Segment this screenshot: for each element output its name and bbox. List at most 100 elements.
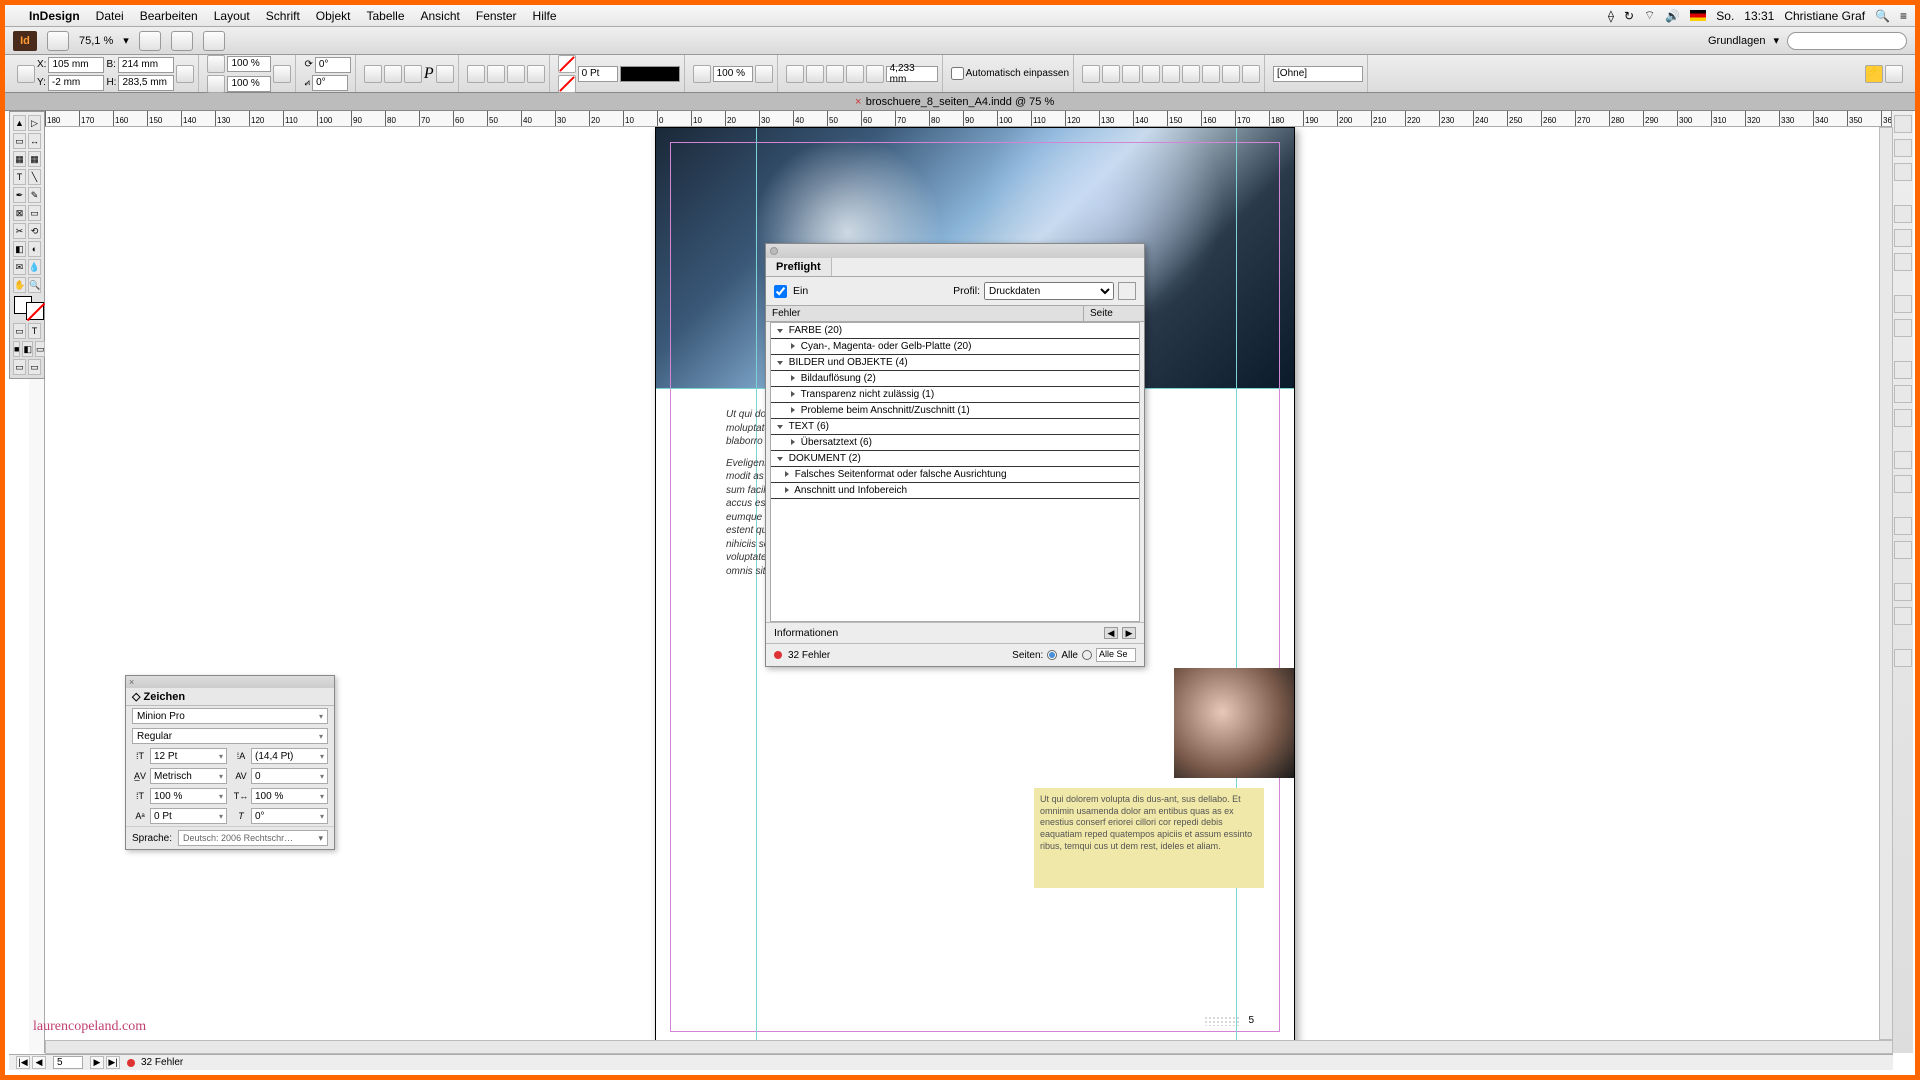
fit-frame-icon[interactable] [1082, 65, 1100, 83]
stroke-panel-icon[interactable] [1894, 205, 1912, 223]
zoom-tool[interactable]: 🔍 [28, 277, 41, 293]
fit-content-icon[interactable] [1102, 65, 1120, 83]
vertical-scrollbar[interactable] [1879, 127, 1893, 1040]
stroke-style-field[interactable] [620, 66, 680, 82]
menu-hilfe[interactable]: Hilfe [533, 9, 557, 23]
distribute-icon[interactable] [1242, 65, 1260, 83]
gradient-feather-tool[interactable]: ◐ [28, 241, 41, 257]
selection-tool[interactable]: ▲ [13, 115, 26, 131]
align-panel-icon[interactable] [1894, 451, 1912, 469]
x-field[interactable]: 105 mm [48, 57, 104, 73]
pencil-tool[interactable]: ✎ [28, 187, 41, 203]
scissors-tool[interactable]: ✂ [13, 223, 26, 239]
page-nav-next[interactable]: ▶▶| [89, 1056, 121, 1069]
layers-panel-icon[interactable] [1894, 139, 1912, 157]
error-item[interactable]: Falsches Seitenformat oder falsche Ausri… [771, 467, 1139, 483]
user-name[interactable]: Christiane Graf [1784, 9, 1865, 23]
y-field[interactable]: -2 mm [48, 75, 104, 91]
guide-v2[interactable] [1236, 128, 1237, 1046]
fit-prop-icon[interactable] [1122, 65, 1140, 83]
rotate-cw-icon[interactable] [384, 65, 402, 83]
spotlight-icon[interactable]: 🔍 [1875, 9, 1890, 23]
pen-tool[interactable]: ✒ [13, 187, 26, 203]
horizontal-scrollbar[interactable] [45, 1040, 1893, 1054]
opacity-field[interactable]: 100 % [713, 66, 753, 82]
font-size-field[interactable]: 12 Pt▾ [150, 748, 227, 764]
zeichen-tab[interactable]: ◇ Zeichen [132, 691, 185, 703]
kerning-field[interactable]: Metrisch▾ [150, 768, 227, 784]
scalex-field[interactable]: 100 % [227, 56, 271, 72]
char-styles-panel-icon[interactable] [1894, 409, 1912, 427]
radio-all[interactable] [1047, 650, 1057, 660]
flip-h-icon[interactable] [404, 65, 422, 83]
content-placer-tool[interactable]: ▦ [28, 151, 41, 167]
menu-schrift[interactable]: Schrift [266, 9, 300, 23]
menu-objekt[interactable]: Objekt [316, 9, 351, 23]
skew-field[interactable]: 0°▾ [251, 808, 328, 824]
normal-view-icon[interactable]: ▭ [13, 359, 26, 375]
wrap-jump-icon[interactable] [846, 65, 864, 83]
wifi-icon[interactable]: ⌔ [1644, 8, 1655, 23]
stroke-weight-field[interactable]: 0 Pt [578, 66, 618, 82]
preflight-on-checkbox[interactable] [774, 285, 787, 298]
volume-icon[interactable]: 🔊 [1665, 9, 1680, 23]
input-flag-icon[interactable] [1690, 10, 1706, 21]
object-styles-panel-icon[interactable] [1894, 319, 1912, 337]
view-options-button[interactable] [139, 31, 161, 51]
panel-titlebar[interactable] [766, 244, 1144, 258]
font-family-select[interactable]: Minion Pro▾ [132, 708, 328, 724]
error-item[interactable]: Übersatztext (6) [771, 435, 1139, 451]
shear-field[interactable]: 0° [312, 75, 348, 91]
profile-select[interactable]: Druckdaten [984, 282, 1114, 300]
embed-profile-icon[interactable] [1118, 282, 1136, 300]
story-panel-icon[interactable] [1894, 607, 1912, 625]
notification-icon[interactable]: ≡ [1900, 9, 1907, 23]
drop-shadow-icon[interactable] [755, 65, 773, 83]
baseline-field[interactable]: 0 Pt▾ [150, 808, 227, 824]
error-item[interactable]: Probleme beim Anschnitt/Zuschnitt (1) [771, 403, 1139, 419]
text-wrap-panel-icon[interactable] [1894, 517, 1912, 535]
wrap-none-icon[interactable] [786, 65, 804, 83]
workspace-switcher[interactable]: Grundlagen [1708, 35, 1766, 47]
character-panel[interactable]: × ◇ Zeichen Minion Pro▾ Regular▾ ⁞T12 Pt… [125, 675, 335, 850]
secondary-image-frame[interactable] [1174, 668, 1294, 778]
radio-range[interactable] [1082, 650, 1092, 660]
fit-fill-icon[interactable] [1142, 65, 1160, 83]
panel-titlebar[interactable]: × [126, 676, 334, 688]
error-tree[interactable]: FARBE (20) Cyan-, Magenta- oder Gelb-Pla… [770, 322, 1140, 622]
type-tool[interactable]: T [13, 169, 26, 185]
glyphs-panel-icon[interactable] [1894, 583, 1912, 601]
preflight-tab[interactable]: Preflight [766, 258, 832, 276]
gap-tool[interactable]: ↔ [28, 133, 41, 149]
range-field[interactable]: Alle Se [1096, 648, 1136, 662]
quick-apply-icon[interactable]: ⚡ [1865, 65, 1883, 83]
error-category[interactable]: TEXT (6) [771, 419, 1139, 435]
select-container-icon[interactable] [467, 65, 485, 83]
rect-frame-tool[interactable]: ⊠ [13, 205, 26, 221]
vscale-field[interactable]: 100 %▾ [150, 788, 227, 804]
zoom-level[interactable]: 75,1 % [79, 35, 113, 47]
select-prev-icon[interactable] [507, 65, 525, 83]
apply-none-icon[interactable]: ▭ [35, 341, 46, 357]
ruler-horizontal[interactable]: 1801701601501401301201101009080706050403… [45, 111, 1893, 127]
eyedropper-tool[interactable]: 💧 [28, 259, 41, 275]
close-panel-icon[interactable]: × [129, 677, 134, 687]
formatting-container-icon[interactable]: ▭ [13, 323, 26, 339]
menu-tabelle[interactable]: Tabelle [366, 9, 404, 23]
menu-fenster[interactable]: Fenster [476, 9, 517, 23]
help-search[interactable] [1787, 32, 1907, 50]
note-tool[interactable]: ✉ [13, 259, 26, 275]
direct-selection-tool[interactable]: ▷ [28, 115, 41, 131]
close-panel-icon[interactable] [770, 247, 778, 255]
apply-gradient-icon[interactable]: ◧ [22, 341, 33, 357]
rotate-ccw-icon[interactable] [364, 65, 382, 83]
fill-stroke-swatch[interactable] [14, 296, 44, 320]
error-category[interactable]: BILDER und OBJEKTE (4) [771, 355, 1139, 371]
scaley-field[interactable]: 100 % [227, 76, 271, 92]
error-category[interactable]: FARBE (20) [771, 323, 1139, 339]
content-collector-tool[interactable]: ▦ [13, 151, 26, 167]
page-field[interactable]: 5 [53, 1056, 83, 1069]
leading-field[interactable]: (14,4 Pt)▾ [251, 748, 328, 764]
clock-time[interactable]: 13:31 [1744, 9, 1774, 23]
status-error-text[interactable]: 32 Fehler [141, 1057, 183, 1068]
